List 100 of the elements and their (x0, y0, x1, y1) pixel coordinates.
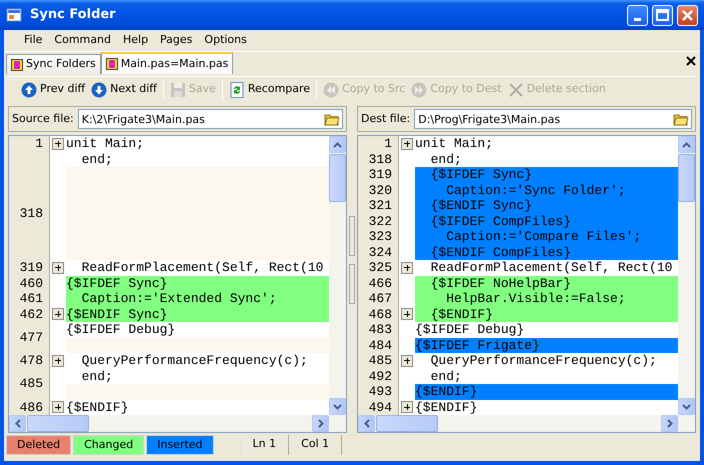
scrollbar-thumb[interactable] (329, 154, 346, 202)
maximize-icon (656, 9, 669, 21)
refresh-icon (228, 82, 245, 98)
code-line: {$IFDEF Debug} (415, 322, 526, 338)
caret-right-icon (318, 419, 324, 428)
menu-item[interactable]: Pages (154, 32, 198, 49)
line-number: 320 (368, 182, 393, 198)
expand-toggle[interactable] (52, 401, 64, 414)
tab[interactable]: Sync Folders (6, 54, 101, 74)
toolbar-button[interactable]: Prev diff (18, 78, 88, 100)
line-number: 319 (18, 260, 44, 276)
vertical-scrollbar[interactable] (329, 136, 346, 415)
line-number: 318 (368, 152, 393, 167)
code-line: ReadFormPlacement(Self, Rect(10 (430, 260, 674, 276)
line-number: 321 (368, 198, 393, 214)
menu-item[interactable]: Command (48, 32, 117, 49)
folder-icon[interactable] (324, 112, 340, 126)
scroll-left-button[interactable] (358, 415, 375, 432)
line-number: 319 (368, 167, 393, 182)
minimize-icon (634, 18, 641, 20)
line-number: 486 (18, 400, 44, 415)
horizontal-scrollbar[interactable] (9, 415, 346, 432)
toolbar-button[interactable]: Recompare (226, 78, 314, 100)
horizontal-scrollbar[interactable] (358, 415, 695, 432)
expand-toggle[interactable] (401, 308, 413, 320)
expand-toggle[interactable] (401, 354, 413, 367)
legend-item: Deleted (6, 435, 72, 455)
scroll-up-button[interactable] (329, 136, 346, 153)
field-label: Dest file: (361, 110, 410, 127)
scroll-right-button[interactable] (312, 415, 329, 432)
code-line: {$ENDIF} (66, 400, 130, 415)
maximize-button[interactable] (652, 4, 673, 26)
expand-toggle[interactable] (52, 138, 64, 150)
line-number: 324 (368, 244, 393, 260)
legend-item: Inserted (146, 435, 214, 455)
scrollbar-thumb[interactable] (678, 154, 695, 202)
line-number: 494 (368, 400, 393, 415)
line-number: 485 (368, 353, 393, 368)
expand-toggle[interactable] (401, 262, 413, 274)
cursor-line: Ln 1 (240, 435, 290, 455)
code-line: end; (430, 368, 463, 384)
caret-left-icon (364, 419, 370, 428)
line-number: 322 (368, 214, 393, 229)
line-number: 467 (368, 291, 393, 306)
scroll-down-button[interactable] (329, 398, 346, 415)
file-path-field[interactable]: D:\Prog\Frigate3\Main.pas (414, 109, 692, 129)
expand-toggle[interactable] (401, 401, 413, 414)
scroll-down-button[interactable] (678, 398, 695, 415)
line-number: 462 (18, 306, 44, 322)
line-number: 477 (18, 330, 44, 346)
vertical-scrollbar[interactable] (678, 136, 695, 415)
scrollbar-thumb[interactable] (27, 415, 89, 432)
expand-toggle[interactable] (52, 262, 64, 274)
code-line: ReadFormPlacement(Self, Rect(10 (80, 260, 324, 276)
scroll-up-button[interactable] (678, 136, 695, 153)
tab[interactable]: Main.pas=Main.pas (100, 52, 234, 74)
arrow-down-icon (91, 82, 108, 98)
document-icon (106, 58, 118, 70)
minimize-button[interactable] (627, 4, 648, 26)
caret-up-icon (682, 142, 691, 148)
legend-item: Changed (73, 435, 144, 455)
line-number: 325 (368, 260, 393, 276)
menu-item[interactable]: Options (198, 32, 253, 49)
caret-up-icon (333, 142, 342, 148)
scroll-left-button[interactable] (9, 415, 26, 432)
line-number: 483 (368, 322, 393, 338)
x-icon (508, 82, 524, 98)
menu-item[interactable]: Help (116, 32, 154, 49)
line-number: 468 (368, 306, 393, 322)
code-line: end; (80, 152, 114, 167)
menu-item[interactable]: File (18, 32, 48, 49)
code-line: unit Main; (415, 136, 494, 152)
window-title: Sync Folder (30, 6, 117, 24)
expand-toggle[interactable] (52, 354, 64, 367)
code-line: end; (80, 368, 114, 384)
close-icon (682, 10, 693, 20)
expand-toggle[interactable] (401, 138, 413, 150)
line-number: 1 (34, 136, 44, 152)
line-number: 492 (368, 368, 393, 384)
code-line: QueryPerformanceFrequency(c); (430, 353, 658, 368)
scroll-right-button[interactable] (661, 415, 678, 432)
file-path-field[interactable]: K:\2\Frigate3\Main.pas (78, 109, 343, 129)
code-line: {$ENDIF} (415, 400, 478, 415)
expand-toggle[interactable] (52, 308, 64, 320)
scrollbar-thumb[interactable] (376, 415, 438, 432)
line-number: 478 (18, 353, 44, 368)
arrow-up-icon (21, 82, 37, 98)
toolbar-button[interactable]: Next diff (88, 78, 160, 100)
caret-down-icon (682, 404, 691, 410)
code-line: {$IFDEF Debug} (66, 322, 176, 338)
line-number: 460 (18, 276, 44, 291)
line-number: 485 (18, 376, 44, 392)
cursor-column: Col 1 (289, 435, 342, 455)
field-label: Source file: (12, 110, 74, 127)
line-number: 493 (368, 384, 393, 400)
close-button[interactable] (677, 4, 698, 26)
caret-left-icon (14, 419, 20, 428)
line-number: 461 (18, 291, 44, 306)
folder-icon[interactable] (673, 112, 689, 126)
line-number: 323 (368, 229, 393, 244)
